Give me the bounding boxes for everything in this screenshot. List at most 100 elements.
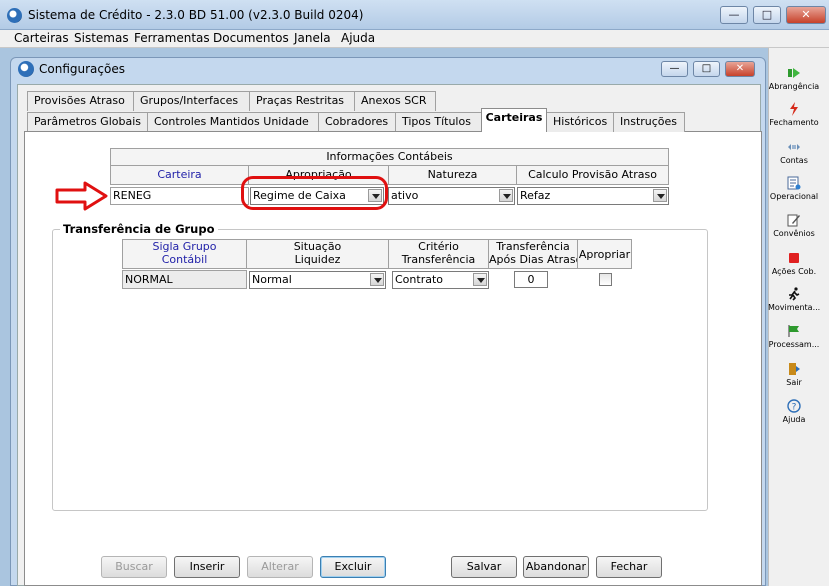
menu-carteiras[interactable]: Carteiras — [14, 31, 69, 45]
calculo-provisao-select[interactable]: Refaz — [517, 187, 669, 205]
situacao-value: Normal — [252, 273, 292, 286]
sidebar-item-contas[interactable]: Contas — [768, 140, 820, 165]
sidebar-label: Fechamento — [769, 118, 819, 127]
sidebar-label: Sair — [786, 378, 802, 387]
col-criterio-line2: Transferência — [401, 253, 476, 266]
col-header-sigla-grupo: Sigla Grupo Contábil — [122, 239, 247, 269]
sidebar-label: Convênios — [773, 229, 815, 238]
col-header-natureza: Natureza — [388, 165, 517, 185]
svg-text:?: ? — [792, 403, 797, 413]
col-header-situacao-liquidez: Situação Liquidez — [246, 239, 389, 269]
col-header-transferencia-dias: Transferência Após Dias Atraso — [488, 239, 578, 269]
inserir-button[interactable]: Inserir — [174, 556, 240, 578]
tab-grupos-interfaces[interactable]: Grupos/Interfaces — [133, 91, 250, 111]
carteira-field[interactable]: RENEG — [110, 187, 249, 205]
tab-instrucoes[interactable]: Instruções — [613, 112, 685, 132]
child-close-button[interactable]: ✕ — [725, 61, 755, 77]
sidebar-item-acoes-cob[interactable]: Ações Cob. — [768, 251, 820, 276]
abrangencia-icon — [788, 68, 800, 78]
col-header-criterio-transferencia: Critério Transferência — [388, 239, 489, 269]
child-minimize-button[interactable]: — — [661, 61, 688, 77]
natureza-select[interactable]: ativo — [388, 187, 515, 205]
col-situacao-line2: Liquidez — [294, 253, 341, 266]
app-icon — [7, 8, 22, 23]
info-group-header: Informações Contábeis — [110, 148, 669, 166]
window-title: Sistema de Crédito - 2.3.0 BD 51.00 (v2.… — [28, 8, 364, 22]
buscar-button[interactable]: Buscar — [101, 556, 167, 578]
exit-door-icon — [789, 363, 800, 375]
flag-icon — [788, 325, 799, 337]
sidebar-item-operacional[interactable]: Operacional — [768, 176, 820, 201]
sigla-grupo-value: NORMAL — [122, 270, 247, 289]
salvar-button[interactable]: Salvar — [451, 556, 517, 578]
sidebar-label: Processam... — [768, 340, 820, 349]
stop-icon — [789, 253, 799, 263]
tab-historicos[interactable]: Históricos — [546, 112, 614, 132]
tab-carteiras[interactable]: Carteiras — [481, 108, 547, 132]
sidebar-item-convenios[interactable]: Convênios — [768, 213, 820, 238]
tab-controles-mantidos-unidade[interactable]: Controles Mantidos Unidade — [147, 112, 319, 132]
col-header-calculo-provisao: Calculo Provisão Atraso — [516, 165, 669, 185]
tab-pracas-restritas[interactable]: Praças Restritas — [249, 91, 355, 111]
child-window-icon — [18, 61, 34, 77]
tab-anexos-scr[interactable]: Anexos SCR — [354, 91, 436, 111]
sidebar-label: Ações Cob. — [771, 267, 817, 276]
col-dias-line1: Transferência — [496, 240, 570, 253]
fechar-button[interactable]: Fechar — [596, 556, 662, 578]
tab-cobradores[interactable]: Cobradores — [318, 112, 396, 132]
menu-janela[interactable]: Janela — [294, 31, 331, 45]
convenios-icon — [787, 214, 800, 227]
excluir-button[interactable]: Excluir — [320, 556, 386, 578]
running-man-icon — [789, 287, 800, 301]
sidebar-label: Operacional — [769, 192, 819, 201]
sidebar-label: Movimenta... — [768, 303, 821, 312]
transfer-group-title: Transferência de Grupo — [60, 222, 218, 236]
menu-ajuda[interactable]: Ajuda — [341, 31, 375, 45]
col-header-carteira: Carteira — [110, 165, 249, 185]
menu-sistemas[interactable]: Sistemas — [74, 31, 129, 45]
sidebar-item-fechamento[interactable]: Fechamento — [768, 102, 820, 127]
tab-parametros-globais[interactable]: Parâmetros Globais — [27, 112, 148, 132]
calculo-value: Refaz — [520, 189, 551, 202]
col-dias-line2: Após Dias Atraso — [489, 253, 578, 266]
sidebar-label: Ajuda — [782, 415, 806, 424]
abandonar-button[interactable]: Abandonar — [523, 556, 589, 578]
sidebar-item-movimenta[interactable]: Movimenta... — [768, 287, 820, 312]
sidebar-item-ajuda[interactable]: ? Ajuda — [768, 399, 820, 424]
situacao-liquidez-select[interactable]: Normal — [249, 271, 386, 289]
child-window-title: Configurações — [39, 62, 125, 76]
sidebar-label: Contas — [780, 156, 808, 165]
col-criterio-line1: Critério — [418, 240, 459, 253]
tab-tipos-titulos[interactable]: Tipos Títulos — [395, 112, 482, 132]
sidebar-item-processam[interactable]: Processam... — [768, 324, 820, 349]
contas-icon — [788, 144, 800, 150]
col-sigla-line2: Contábil — [161, 253, 208, 266]
apropriar-checkbox[interactable] — [599, 273, 612, 286]
minimize-button[interactable]: — — [720, 6, 748, 24]
col-situacao-line1: Situação — [293, 240, 342, 253]
sidebar-label: Abrangência — [768, 82, 820, 91]
help-icon: ? — [787, 399, 801, 413]
chevron-down-icon[interactable] — [653, 189, 667, 202]
chevron-down-icon[interactable] — [370, 273, 384, 286]
dias-atraso-input[interactable]: 0 — [514, 271, 548, 288]
col-header-apropriar: Apropriar — [577, 239, 632, 269]
col-sigla-line1: Sigla Grupo — [152, 240, 217, 253]
red-arrow-annotation — [55, 181, 108, 211]
menu-documentos[interactable]: Documentos — [213, 31, 289, 45]
sidebar-item-sair[interactable]: Sair — [768, 362, 820, 387]
criterio-transferencia-select[interactable]: Contrato — [392, 271, 489, 289]
sidebar-item-abrangencia[interactable]: Abrangência — [768, 66, 820, 91]
maximize-button[interactable]: □ — [753, 6, 781, 24]
side-toolbar — [768, 48, 829, 586]
close-button[interactable]: ✕ — [786, 6, 826, 24]
menu-ferramentas[interactable]: Ferramentas — [134, 31, 210, 45]
alterar-button[interactable]: Alterar — [247, 556, 313, 578]
child-maximize-button[interactable]: □ — [693, 61, 720, 77]
natureza-value: ativo — [391, 189, 419, 202]
operacional-icon — [787, 176, 801, 190]
chevron-down-icon[interactable] — [499, 189, 513, 202]
fechamento-icon — [790, 102, 798, 116]
tab-provisoes-atraso[interactable]: Provisões Atraso — [27, 91, 134, 111]
chevron-down-icon[interactable] — [473, 273, 487, 286]
